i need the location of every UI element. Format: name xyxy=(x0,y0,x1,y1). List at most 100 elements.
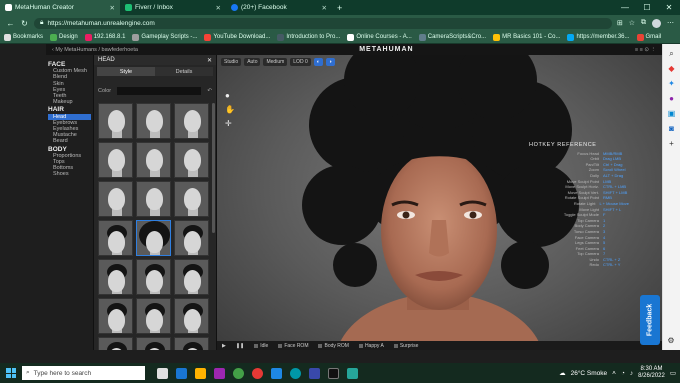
quality-dropdown[interactable]: Medium xyxy=(263,58,288,66)
add-icon[interactable]: + xyxy=(667,139,677,149)
profile-avatar[interactable] xyxy=(652,18,661,28)
compare-toggle-icon[interactable]: ◑ xyxy=(325,58,335,66)
notifications-icon[interactable]: ▭ xyxy=(670,369,676,377)
breadcrumb[interactable]: ‹ My MetaHumans / bawfederhoeta xyxy=(52,47,138,53)
network-icon[interactable]: ◔ xyxy=(621,370,625,377)
header-actions[interactable]: ≡ ≡ ⊙ ⋮ xyxy=(635,47,656,53)
pause-icon[interactable]: ❚❚ xyxy=(236,343,244,349)
extensions-icon[interactable]: ⊞ xyxy=(617,19,623,27)
hairstyle-thumbnail[interactable] xyxy=(98,220,133,256)
bookmark-item[interactable]: Bookmarks xyxy=(4,33,43,41)
hairstyle-thumbnail[interactable] xyxy=(174,298,209,334)
favorite-icon[interactable]: ☆ xyxy=(629,19,635,27)
tab-fiverr[interactable]: Fiverr / Inbox ✕ xyxy=(120,0,226,15)
nav-item[interactable]: Beard xyxy=(48,138,91,144)
app-icon[interactable] xyxy=(214,367,225,379)
anim-surprise[interactable]: Surprise xyxy=(393,343,418,349)
play-icon[interactable]: ▶ xyxy=(222,343,226,349)
close-panel-icon[interactable]: ✕ xyxy=(207,57,212,64)
hairstyle-thumbnail[interactable] xyxy=(174,220,209,256)
bookmark-item[interactable]: MR Basics 101 - Co... xyxy=(493,33,560,41)
task-view-icon[interactable] xyxy=(157,367,168,379)
hairstyle-thumbnail[interactable] xyxy=(136,337,171,350)
bookmark-item[interactable]: Gmail xyxy=(636,33,661,41)
tab-facebook[interactable]: (20+) Facebook ✕ xyxy=(226,0,332,15)
bookmark-item[interactable]: Online Courses - A... xyxy=(347,33,412,41)
new-tab-button[interactable]: + xyxy=(332,0,347,15)
bookmark-item[interactable]: Introduction to Pro... xyxy=(277,33,340,41)
chrome-icon[interactable] xyxy=(233,367,244,379)
lighting-dropdown[interactable]: Studio xyxy=(221,58,242,66)
hairstyle-thumbnail[interactable] xyxy=(98,337,133,350)
anim-idle[interactable]: Idle xyxy=(254,343,268,349)
tab-details[interactable]: Details xyxy=(155,67,213,76)
bookmark-item[interactable]: https://member.36... xyxy=(567,33,630,41)
tray-overflow-icon[interactable]: ˄ xyxy=(612,370,616,377)
app-icon[interactable] xyxy=(309,367,320,379)
hairstyle-thumbnail[interactable] xyxy=(174,142,209,178)
settings-icon[interactable]: ⚙ xyxy=(666,336,676,346)
maximize-icon[interactable]: ☐ xyxy=(636,0,658,15)
tab-metahuman[interactable]: MetaHuman Creator ✕ xyxy=(0,0,120,15)
hairstyle-thumbnail[interactable] xyxy=(98,103,133,139)
tab-style[interactable]: Style xyxy=(97,67,155,76)
hairstyle-thumbnail[interactable] xyxy=(174,259,209,295)
word-icon[interactable] xyxy=(176,367,187,379)
panel-scrollbar[interactable] xyxy=(212,103,215,233)
tools-icon[interactable]: ✦ xyxy=(667,79,677,89)
hairstyle-thumbnail[interactable] xyxy=(98,298,133,334)
hairstyle-thumbnail[interactable] xyxy=(98,259,133,295)
anim-body-rom[interactable]: Body ROM xyxy=(318,343,349,349)
close-tab-icon[interactable]: ✕ xyxy=(110,4,115,12)
light-tool-icon[interactable]: ● xyxy=(225,91,235,100)
anim-face-rom[interactable]: Face ROM xyxy=(278,343,308,349)
taskbar-search[interactable]: ⌕ Type here to search xyxy=(22,366,145,380)
unreal-icon[interactable] xyxy=(328,367,339,379)
hairstyle-thumbnail[interactable] xyxy=(98,181,133,217)
bookmark-item[interactable]: Gameplay Scripts -... xyxy=(132,33,197,41)
app-icon[interactable] xyxy=(347,367,358,379)
volume-icon[interactable]: ♪ xyxy=(630,370,633,377)
file-explorer-icon[interactable] xyxy=(195,367,206,379)
shopping-icon[interactable]: ◆ xyxy=(667,64,677,74)
hairstyle-thumbnail[interactable] xyxy=(136,142,171,178)
games-icon[interactable]: ● xyxy=(667,94,677,104)
nav-item[interactable]: Shoes xyxy=(48,171,91,177)
bookmark-item[interactable]: YouTube Download... xyxy=(204,33,270,41)
windows-start-icon[interactable] xyxy=(4,366,18,380)
weather-text[interactable]: 26°C Smoke xyxy=(571,370,608,377)
feedback-button[interactable]: Feedback xyxy=(640,295,660,345)
close-tab-icon[interactable]: ✕ xyxy=(322,4,327,12)
viewport-3d[interactable]: Studio Auto Medium LOD 0 ◐ ◑ ● ✋ ✛ HOTKE… xyxy=(217,55,662,350)
bookmark-item[interactable]: CameraScripts&Cro... xyxy=(418,33,486,41)
view-toggle-icon[interactable]: ◐ xyxy=(313,58,323,66)
hairstyle-thumbnail[interactable] xyxy=(174,181,209,217)
office-icon[interactable]: ▣ xyxy=(667,109,677,119)
opera-icon[interactable] xyxy=(252,367,263,379)
nav-item[interactable]: Makeup xyxy=(48,99,91,105)
hairstyle-thumbnail[interactable] xyxy=(136,259,171,295)
lod-dropdown[interactable]: LOD 0 xyxy=(290,58,311,66)
back-icon[interactable]: ← xyxy=(6,19,15,28)
reload-icon[interactable]: ↻ xyxy=(20,19,29,28)
more-icon[interactable]: ⋯ xyxy=(667,19,674,27)
anim-happy[interactable]: Happy A xyxy=(358,343,384,349)
hairstyle-thumbnail[interactable] xyxy=(136,181,171,217)
move-tool-icon[interactable]: ✛ xyxy=(225,119,235,128)
hairstyle-thumbnail[interactable] xyxy=(174,337,209,350)
bookmark-item[interactable]: 192.168.8.1 xyxy=(84,33,125,41)
close-window-icon[interactable]: ✕ xyxy=(658,0,680,15)
edge-icon[interactable] xyxy=(290,367,301,379)
hairstyle-thumbnail[interactable] xyxy=(136,220,171,256)
close-tab-icon[interactable]: ✕ xyxy=(216,4,221,12)
color-swatch[interactable] xyxy=(117,87,202,95)
clock[interactable]: 8:30 AM 8/26/2022 xyxy=(638,366,665,380)
hairstyle-thumbnail[interactable] xyxy=(98,142,133,178)
url-field[interactable]: 🔒︎ https://metahuman.unrealengine.com xyxy=(34,17,612,29)
camera-dropdown[interactable]: Auto xyxy=(244,58,261,66)
outlook-icon[interactable]: ◙ xyxy=(667,124,677,134)
hairstyle-thumbnail[interactable] xyxy=(174,103,209,139)
reset-icon[interactable]: ↶ xyxy=(207,88,212,94)
minimize-icon[interactable]: — xyxy=(614,0,636,15)
collections-icon[interactable]: ⧉ xyxy=(641,19,646,27)
